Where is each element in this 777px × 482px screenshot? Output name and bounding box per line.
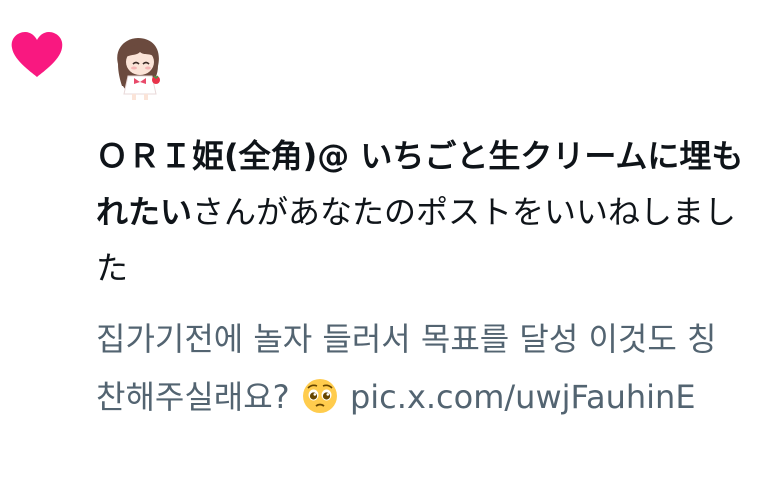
post-preview-link[interactable]: pic.x.com/uwjFauhinE — [340, 378, 696, 416]
post-preview[interactable]: 집가기전에 놀자 들러서 목표를 달성 이것도 칭찬해주실래요? pic.x.c… — [96, 310, 736, 426]
notification-message: ＯＲＩ姫(全角)@ いちごと生クリームに埋もれたいさんがあなたのポストをいいねし… — [96, 128, 766, 296]
like-notification[interactable]: ＯＲＩ姫(全角)@ いちごと生クリームに埋もれたいさんがあなたのポストをいいねし… — [0, 0, 777, 482]
heart-icon — [11, 32, 63, 77]
user-avatar[interactable] — [108, 34, 166, 102]
action-text: さんがあなたのポストをいいねしました — [96, 193, 737, 287]
pleading-face-emoji — [302, 379, 337, 413]
